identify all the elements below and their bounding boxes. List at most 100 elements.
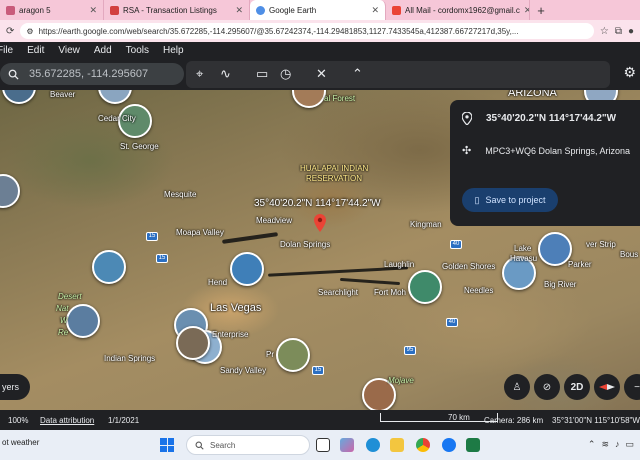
photo-marker[interactable] bbox=[230, 252, 264, 286]
view-mode-button[interactable]: 2D bbox=[564, 374, 590, 400]
photo-marker[interactable] bbox=[92, 250, 126, 284]
menu-edit[interactable]: Edit bbox=[27, 45, 44, 56]
place-label: Needles bbox=[464, 286, 494, 295]
task-view-icon[interactable] bbox=[316, 438, 330, 452]
battery-icon[interactable]: ▭ bbox=[625, 439, 634, 450]
place-label: Hend bbox=[208, 278, 228, 287]
tab-favicon bbox=[392, 5, 401, 15]
wifi-icon[interactable]: ≋ bbox=[601, 439, 609, 450]
place-label: Sandy Valley bbox=[220, 366, 267, 375]
tab-google-earth[interactable]: Google Earth ✕ bbox=[250, 0, 386, 20]
copilot-icon[interactable] bbox=[340, 438, 354, 452]
menu-view[interactable]: View bbox=[58, 45, 80, 56]
location-pin-icon[interactable] bbox=[314, 214, 326, 232]
place-label: Beaver bbox=[50, 90, 76, 99]
tab-aragon[interactable]: aragon 5 ✕ bbox=[0, 0, 104, 20]
coordinates-row: 35°40'20.2"N 114°17'44.2"W bbox=[462, 112, 616, 125]
tab-rsa-transactions[interactable]: RSA - Transaction Listings ✕ bbox=[104, 0, 250, 20]
coordinates-text: 35°40'20.2"N 114°17'44.2"W bbox=[486, 113, 617, 124]
weather-widget[interactable]: ot weather bbox=[2, 438, 39, 447]
place-label: Desert bbox=[58, 292, 82, 301]
windows-start-icon[interactable] bbox=[160, 438, 174, 452]
photo-marker[interactable] bbox=[98, 90, 132, 104]
search-box[interactable]: 35.672285, -114.295607 bbox=[0, 63, 184, 85]
place-label: Bous bbox=[620, 250, 639, 259]
browser-tab-strip: aragon 5 ✕ RSA - Transaction Listings ✕ … bbox=[0, 0, 640, 20]
measure-icon[interactable]: ▭ bbox=[256, 66, 268, 82]
tools-icon[interactable]: ✕ bbox=[316, 66, 327, 82]
menu-help[interactable]: Help bbox=[163, 45, 184, 56]
scale-bar bbox=[380, 413, 498, 422]
menu-tools[interactable]: Tools bbox=[126, 45, 149, 56]
status-bar: 100% Data attribution 1/1/2021 70 km Cam… bbox=[0, 410, 640, 430]
place-label: Enterprise bbox=[212, 330, 249, 339]
menu-add[interactable]: Add bbox=[94, 45, 112, 56]
new-tab-icon[interactable]: + bbox=[530, 0, 552, 20]
profile-icon[interactable]: ● bbox=[628, 26, 634, 37]
facebook-icon[interactable] bbox=[442, 438, 456, 452]
bookmark-icon: ▯ bbox=[474, 194, 480, 205]
star-icon[interactable]: ☆ bbox=[600, 26, 609, 37]
tab-favicon bbox=[256, 5, 265, 15]
chevron-up-icon[interactable]: ⌃ bbox=[588, 439, 596, 450]
pegman-button[interactable]: ♙ bbox=[504, 374, 530, 400]
imagery-date: 1/1/2021 bbox=[108, 416, 140, 425]
place-label: HUALAPAI INDIAN bbox=[300, 164, 369, 173]
location-off-button[interactable]: ⊘ bbox=[534, 374, 560, 400]
photo-marker[interactable] bbox=[276, 338, 310, 372]
tab-favicon bbox=[6, 5, 15, 15]
settings-gear-icon[interactable]: ⚙ bbox=[623, 64, 636, 81]
location-icon bbox=[462, 112, 472, 125]
view-mode-label: 2D bbox=[570, 381, 584, 393]
zoom-level: 100% bbox=[8, 416, 29, 425]
taskbar-search[interactable]: Search bbox=[186, 435, 310, 455]
layers-button[interactable]: yers bbox=[0, 374, 30, 400]
compass-button[interactable] bbox=[594, 374, 620, 400]
speaker-icon[interactable]: ♪ bbox=[615, 439, 620, 450]
place-label: St. George bbox=[120, 142, 159, 151]
photo-marker[interactable] bbox=[538, 232, 572, 266]
data-attribution-link[interactable]: Data attribution bbox=[40, 416, 94, 425]
place-label: Nat bbox=[56, 304, 69, 313]
chrome-icon[interactable] bbox=[416, 438, 430, 452]
path-icon[interactable]: ∿ bbox=[220, 66, 231, 82]
place-label: Parker bbox=[568, 260, 592, 269]
address-bar: ⟳ ⚙ https://earth.google.com/web/search/… bbox=[0, 20, 640, 42]
edge-icon[interactable] bbox=[366, 438, 380, 452]
highway-shield: 15 bbox=[146, 232, 158, 241]
photo-marker[interactable] bbox=[0, 174, 20, 208]
earth-toolbar: 35.672285, -114.295607 ⌖ ∿ ▭ ◷ ✕ ⌃ ⚙ bbox=[0, 58, 640, 90]
url-text: https://earth.google.com/web/search/35.6… bbox=[38, 26, 519, 36]
url-field[interactable]: ⚙ https://earth.google.com/web/search/35… bbox=[20, 23, 594, 39]
site-info-icon[interactable]: ⚙ bbox=[26, 27, 33, 36]
tab-title: All Mail - cordomx1962@gmail.c bbox=[405, 5, 520, 15]
history-icon[interactable]: ◷ bbox=[280, 66, 291, 82]
search-input[interactable]: 35.672285, -114.295607 bbox=[29, 68, 148, 80]
file-explorer-icon[interactable] bbox=[390, 438, 404, 452]
plus-code-row: ✣ MPC3+WQ6 Dolan Springs, Arizona bbox=[462, 144, 630, 157]
placemark-icon[interactable]: ⌖ bbox=[196, 66, 203, 82]
earth-menu-bar: File Edit View Add Tools Help bbox=[0, 42, 640, 58]
place-label: Searchlight bbox=[318, 288, 359, 297]
tab-all-mail[interactable]: All Mail - cordomx1962@gmail.c ✕ bbox=[386, 0, 530, 20]
place-label: Big River bbox=[544, 280, 577, 289]
save-to-project-button[interactable]: ▯ Save to project bbox=[462, 188, 558, 212]
chevron-up-icon[interactable]: ⌃ bbox=[352, 66, 363, 82]
tab-title: aragon 5 bbox=[19, 5, 51, 15]
photo-marker[interactable] bbox=[408, 270, 442, 304]
tab-title: Google Earth bbox=[269, 5, 317, 15]
photo-marker[interactable] bbox=[292, 90, 326, 108]
photo-marker[interactable] bbox=[66, 304, 100, 338]
windows-taskbar: ot weather Search ⌃ ≋ ♪ ▭ bbox=[0, 430, 640, 460]
excel-icon[interactable] bbox=[466, 438, 480, 452]
menu-file[interactable]: File bbox=[0, 45, 13, 56]
close-tab-icon[interactable]: ✕ bbox=[235, 5, 243, 16]
photo-marker[interactable] bbox=[176, 326, 210, 360]
place-label: Kingman bbox=[410, 220, 442, 229]
search-icon bbox=[8, 69, 19, 80]
photo-marker[interactable] bbox=[2, 90, 36, 104]
refresh-icon[interactable]: ⟳ bbox=[6, 26, 14, 37]
close-tab-icon[interactable]: ✕ bbox=[89, 5, 97, 16]
close-tab-icon[interactable]: ✕ bbox=[371, 5, 379, 16]
extensions-icon[interactable]: ⧉ bbox=[615, 26, 622, 37]
